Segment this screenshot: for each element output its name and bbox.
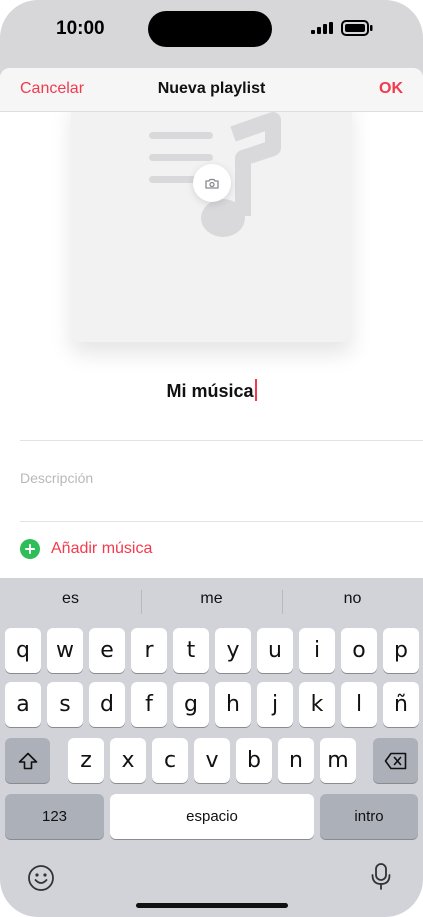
phone-screen: 10:00 Cancelar Nueva playlist OK Mi músi… <box>0 0 423 917</box>
key[interactable]: k <box>299 682 335 727</box>
divider <box>20 440 423 441</box>
key[interactable]: f <box>131 682 167 727</box>
key[interactable]: u <box>257 628 293 673</box>
suggestion-2[interactable]: me <box>141 590 282 608</box>
divider <box>20 521 423 522</box>
battery-icon <box>341 20 373 36</box>
playlist-artwork[interactable] <box>71 98 352 342</box>
shift-icon <box>18 752 37 769</box>
suggestion-3[interactable]: no <box>282 590 423 608</box>
key[interactable]: ñ <box>383 682 419 727</box>
description-field[interactable]: Descripción <box>20 470 93 486</box>
key[interactable]: p <box>383 628 419 673</box>
key[interactable]: t <box>173 628 209 673</box>
key[interactable]: z <box>68 738 104 783</box>
key[interactable]: b <box>236 738 272 783</box>
add-icon <box>20 539 40 559</box>
key[interactable]: m <box>320 738 356 783</box>
key[interactable]: d <box>89 682 125 727</box>
home-indicator[interactable] <box>136 903 288 908</box>
key[interactable]: s <box>47 682 83 727</box>
key[interactable]: h <box>215 682 251 727</box>
key[interactable]: l <box>341 682 377 727</box>
key[interactable]: q <box>5 628 41 673</box>
suggestion-1[interactable]: es <box>0 590 141 608</box>
return-key[interactable]: intro <box>320 794 418 839</box>
key[interactable]: r <box>131 628 167 673</box>
delete-key[interactable] <box>373 738 418 783</box>
emoji-icon[interactable] <box>27 864 55 892</box>
page-title: Nueva playlist <box>157 80 266 97</box>
signal-icon <box>311 22 333 34</box>
key[interactable]: e <box>89 628 125 673</box>
dynamic-island <box>148 11 272 47</box>
key[interactable]: w <box>47 628 83 673</box>
key[interactable]: j <box>257 682 293 727</box>
key[interactable]: a <box>5 682 41 727</box>
space-key[interactable]: espacio <box>110 794 314 839</box>
delete-icon <box>384 752 406 769</box>
key[interactable]: n <box>278 738 314 783</box>
shift-key[interactable] <box>5 738 50 783</box>
key[interactable]: o <box>341 628 377 673</box>
keyboard: es me no q w e r t y u i o p a s d f g h… <box>0 578 423 917</box>
playlist-name-text: Mi música <box>166 381 254 401</box>
add-music-button[interactable]: Añadir música <box>20 538 152 560</box>
camera-button[interactable] <box>193 164 231 202</box>
text-cursor <box>254 379 257 401</box>
nav-bar: Cancelar Nueva playlist OK <box>0 68 423 112</box>
key[interactable]: x <box>110 738 146 783</box>
microphone-icon[interactable] <box>370 862 392 892</box>
status-time: 10:00 <box>56 18 105 39</box>
key[interactable]: i <box>299 628 335 673</box>
key[interactable]: v <box>194 738 230 783</box>
key[interactable]: y <box>215 628 251 673</box>
key[interactable]: c <box>152 738 188 783</box>
add-music-label: Añadir música <box>51 540 153 557</box>
numbers-key[interactable]: 123 <box>5 794 104 839</box>
suggestion-bar: es me no <box>0 590 423 614</box>
new-playlist-sheet: Cancelar Nueva playlist OK Mi música Des… <box>0 68 423 578</box>
ok-button[interactable]: OK <box>379 80 403 98</box>
playlist-name-field[interactable]: Mi música <box>0 379 423 402</box>
camera-icon <box>205 178 219 189</box>
key[interactable]: g <box>173 682 209 727</box>
status-bar: 10:00 <box>0 0 423 66</box>
